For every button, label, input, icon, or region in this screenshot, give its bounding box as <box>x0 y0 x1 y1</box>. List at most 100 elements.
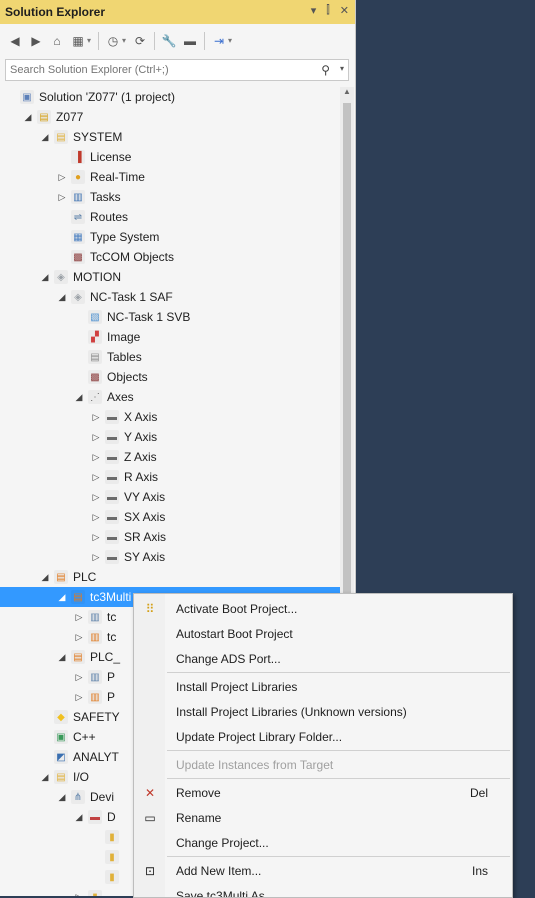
tree-node-label: License <box>90 150 132 164</box>
menu-item[interactable]: Update Project Library Folder... <box>134 724 512 750</box>
tree-node[interactable]: ▷ ▬ SX Axis <box>0 507 340 527</box>
tree-node[interactable]: ▷ ▬ Y Axis <box>0 427 340 447</box>
chevron-down-icon[interactable]: ▾ <box>87 36 91 45</box>
close-icon[interactable]: ✕ <box>340 4 349 17</box>
expand-arrow-icon[interactable]: ▷ <box>91 552 101 563</box>
expand-arrow-icon[interactable]: ▷ <box>91 412 101 423</box>
scroll-thumb[interactable] <box>343 103 351 603</box>
system-icon: ▤ <box>54 130 68 144</box>
menu-item-label: Install Project Libraries <box>176 680 298 694</box>
preview-icon[interactable]: ⇥ <box>212 34 226 48</box>
expand-arrow-icon[interactable]: ▷ <box>57 192 67 203</box>
expand-arrow-icon[interactable]: ▷ <box>74 632 84 643</box>
chevron-down-icon[interactable]: ▾ <box>340 64 344 73</box>
tree-node[interactable]: ◢ ▤ SYSTEM <box>0 127 340 147</box>
tree-node[interactable]: ▧ NC-Task 1 SVB <box>0 307 340 327</box>
collapse-arrow-icon[interactable]: ◢ <box>57 792 67 803</box>
back-icon[interactable]: ◀ <box>8 34 22 48</box>
menu-item[interactable]: Install Project Libraries (Unknown versi… <box>134 699 512 725</box>
expand-arrow-icon[interactable]: ▷ <box>91 512 101 523</box>
pin-icon[interactable]: ⫿ <box>326 4 330 17</box>
tree-node[interactable]: ▷ ▬ X Axis <box>0 407 340 427</box>
tree-node[interactable]: ▣ Solution 'Z077' (1 project) <box>0 87 340 107</box>
menu-separator <box>167 750 510 751</box>
menu-item[interactable]: ✕ Remove Del <box>134 780 512 806</box>
tree-node[interactable]: ▐ License <box>0 147 340 167</box>
toolbar-separator <box>154 31 156 50</box>
tree-node[interactable]: ◢ ◈ NC-Task 1 SAF <box>0 287 340 307</box>
collapse-arrow-icon[interactable]: ◢ <box>40 132 50 143</box>
nc-svb-icon: ▧ <box>88 310 102 324</box>
tree-node[interactable]: ▞ Image <box>0 327 340 347</box>
collapse-arrow-icon[interactable]: ◢ <box>74 392 84 403</box>
tree-node[interactable]: ◢ ⋰ Axes <box>0 387 340 407</box>
menu-item[interactable]: ⠿ Activate Boot Project... <box>134 596 512 622</box>
menu-item[interactable]: Autostart Boot Project <box>134 621 512 647</box>
menu-item[interactable]: ▭ Rename <box>134 805 512 831</box>
tree-node[interactable]: ▷ ▬ R Axis <box>0 467 340 487</box>
collapse-arrow-icon[interactable]: ◢ <box>40 572 50 583</box>
collapse-arrow-icon[interactable]: ◢ <box>23 112 33 123</box>
tree-node[interactable]: ◢ ◈ MOTION <box>0 267 340 287</box>
dropdown-icon[interactable]: ▾ <box>311 4 317 17</box>
tree-node[interactable]: ▤ Tables <box>0 347 340 367</box>
expand-arrow-icon[interactable]: ▷ <box>74 692 84 703</box>
tree-node-label: MOTION <box>73 270 121 284</box>
expand-arrow-icon[interactable]: ▷ <box>74 672 84 683</box>
tree-node[interactable]: ▩ TcCOM Objects <box>0 247 340 267</box>
tree-node[interactable]: ▷ ▬ Z Axis <box>0 447 340 467</box>
search-box[interactable]: ⚲ ▾ <box>5 59 349 81</box>
expand-arrow-icon[interactable]: ▷ <box>91 472 101 483</box>
tree-node[interactable]: ▷ ▬ SY Axis <box>0 547 340 567</box>
collapse-arrow-icon[interactable]: ◢ <box>40 272 50 283</box>
tree-node[interactable]: ▩ Objects <box>0 367 340 387</box>
collapse-arrow-icon[interactable]: ◢ <box>57 592 67 603</box>
menu-item[interactable]: Change Project... <box>134 830 512 856</box>
expand-arrow-icon[interactable]: ▷ <box>74 612 84 623</box>
io-icon: ▤ <box>54 770 68 784</box>
menu-item-label: Remove <box>176 786 221 800</box>
collapse-arrow-icon[interactable]: ◢ <box>40 772 50 783</box>
scroll-up-icon[interactable]: ▲ <box>340 87 354 101</box>
tree-node-label: Objects <box>107 370 148 384</box>
tree-node[interactable]: ⇌ Routes <box>0 207 340 227</box>
expand-arrow-icon[interactable]: ▷ <box>57 172 67 183</box>
plc-sub-icon: ▥ <box>88 670 102 684</box>
tree-node[interactable]: ◢ ▤ PLC <box>0 567 340 587</box>
expand-arrow-icon[interactable]: ▷ <box>91 452 101 463</box>
sync-icon[interactable]: ⟳ <box>133 34 147 48</box>
chevron-down-icon[interactable]: ▾ <box>122 36 126 45</box>
chevron-down-icon[interactable]: ▾ <box>228 36 232 45</box>
menu-item[interactable]: ⊡ Add New Item... Ins <box>134 858 512 884</box>
expand-arrow-icon[interactable]: ▷ <box>91 532 101 543</box>
tree-node[interactable]: ▦ Type System <box>0 227 340 247</box>
panel-titlebar: Solution Explorer ▾ ⫿ ✕ <box>0 0 355 24</box>
tree-node[interactable]: ▷ ▬ SR Axis <box>0 527 340 547</box>
search-icon[interactable]: ⚲ <box>321 63 330 77</box>
forward-icon[interactable]: ▶ <box>29 34 43 48</box>
menu-item-shortcut: Ins <box>471 864 488 878</box>
expand-arrow-icon[interactable]: ▷ <box>91 432 101 443</box>
tree-node[interactable]: ▷ ▬ VY Axis <box>0 487 340 507</box>
tree-node[interactable]: ◢ ▤ Z077 <box>0 107 340 127</box>
tree-node-label: I/O <box>73 770 90 784</box>
switch-views-icon[interactable]: ▦ <box>71 34 85 48</box>
search-input[interactable] <box>6 63 312 77</box>
menu-item[interactable]: Change ADS Port... <box>134 646 512 672</box>
collapse-arrow-icon[interactable]: ◢ <box>57 652 67 663</box>
expand-arrow-icon[interactable]: ▷ <box>74 892 84 897</box>
item-icon: ▮ <box>105 830 119 844</box>
properties-wrench-icon[interactable]: 🔧 <box>162 34 177 48</box>
home-icon[interactable]: ⌂ <box>50 34 64 48</box>
collapse-all-icon[interactable]: ▬ <box>183 34 197 48</box>
collapse-arrow-icon[interactable]: ◢ <box>74 812 84 823</box>
devices-icon: ⋔ <box>71 790 85 804</box>
collapse-arrow-icon[interactable]: ◢ <box>57 292 67 303</box>
menu-item[interactable]: Install Project Libraries <box>134 674 512 700</box>
tree-node[interactable]: ▷ ▥ Tasks <box>0 187 340 207</box>
image-icon: ▞ <box>88 330 102 344</box>
tree-node[interactable]: ▷ ● Real-Time <box>0 167 340 187</box>
pending-changes-icon[interactable]: ◷ <box>106 34 120 48</box>
cpp-icon: ▣ <box>54 730 68 744</box>
expand-arrow-icon[interactable]: ▷ <box>91 492 101 503</box>
